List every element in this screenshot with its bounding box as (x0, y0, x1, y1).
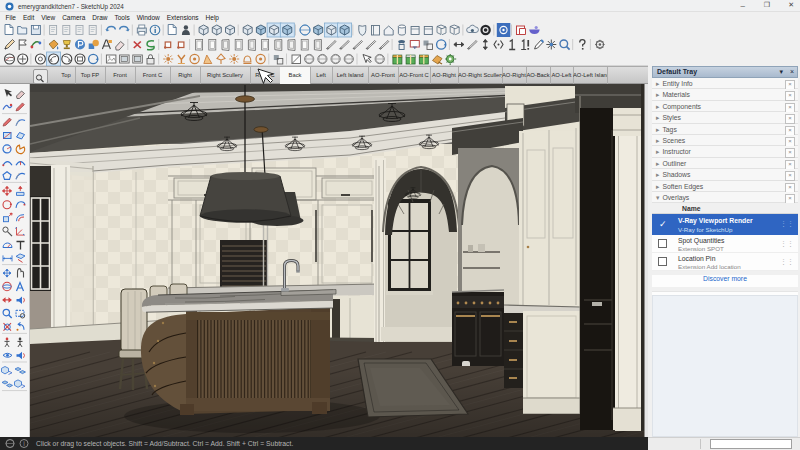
svg-text:i: i (23, 440, 25, 447)
